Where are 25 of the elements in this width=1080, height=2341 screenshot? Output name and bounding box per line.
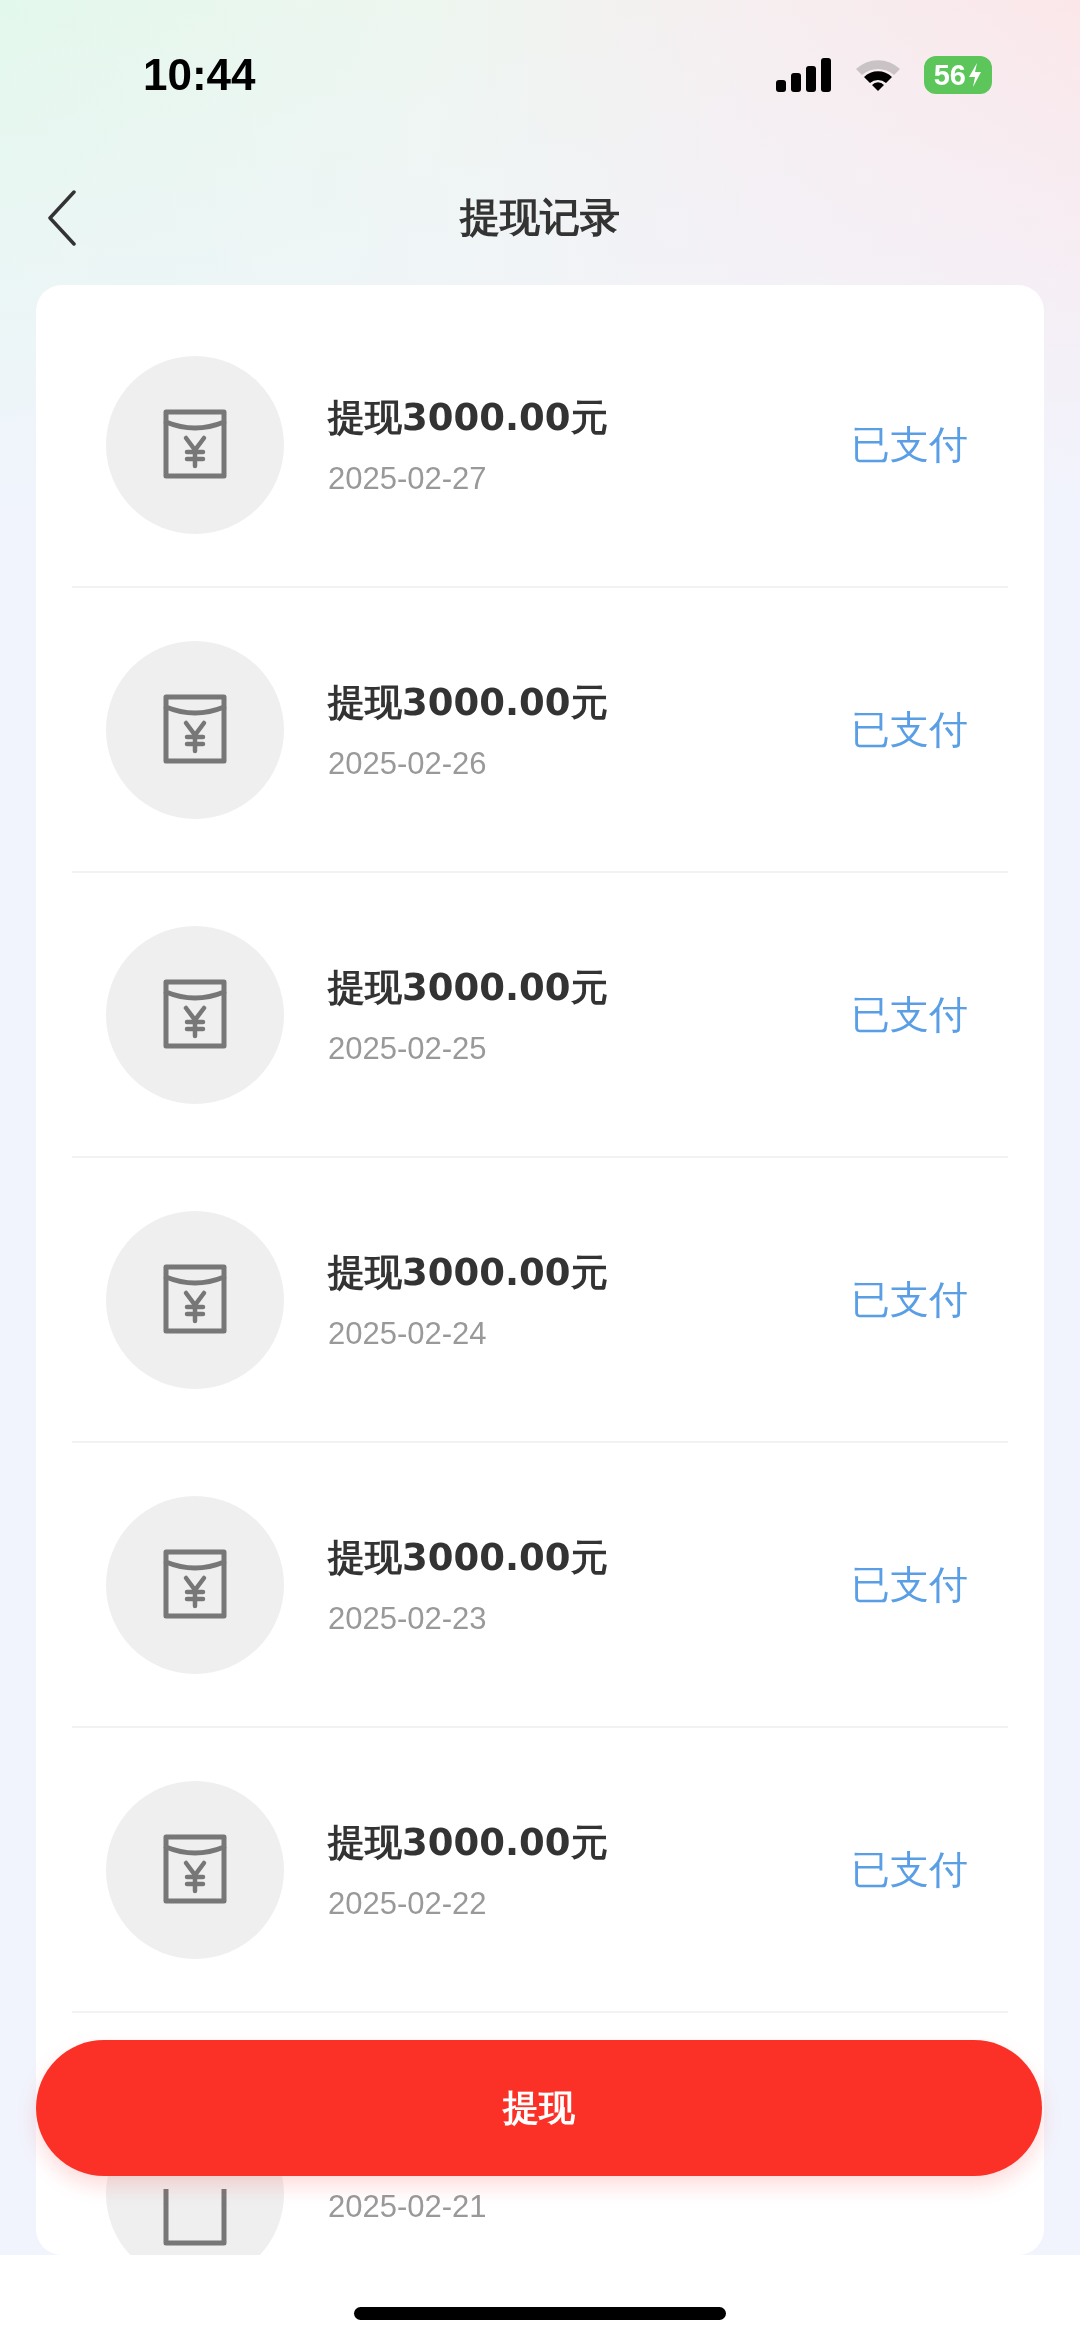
record-date: 2025-02-21: [328, 2189, 487, 2225]
record-status: 已支付: [851, 990, 968, 1039]
page-title: 提现记录: [460, 193, 620, 242]
record-date: 2025-02-27: [328, 460, 488, 497]
record-title: 提现3000.00元: [328, 1819, 609, 1866]
record-date: 2025-02-24: [328, 1315, 488, 1352]
status-time: 10:44: [143, 50, 256, 100]
signal-icon: [775, 58, 832, 92]
record-title: 提现3000.00元: [328, 1249, 609, 1296]
record-date: 2025-02-22: [328, 1885, 488, 1922]
record-status: 已支付: [851, 1845, 968, 1894]
record-status: 已支付: [851, 705, 968, 754]
record-title: 提现3000.00元: [328, 964, 609, 1011]
withdraw-button[interactable]: 提现: [36, 2040, 1042, 2176]
record-date: 2025-02-23: [328, 1600, 488, 1637]
battery-icon: 56: [923, 56, 992, 94]
record-status: 已支付: [851, 1560, 968, 1609]
back-icon[interactable]: [47, 190, 77, 246]
record-date: 2025-02-26: [328, 745, 488, 782]
record-date: 2025-02-25: [328, 1030, 488, 1067]
record-status: 已支付: [851, 1275, 968, 1324]
record-title: 提现3000.00元: [328, 1534, 609, 1581]
record-title: 提现3000.00元: [328, 394, 609, 441]
record-title: 提现3000.00元: [328, 679, 609, 726]
record-status: 已支付: [851, 420, 968, 469]
